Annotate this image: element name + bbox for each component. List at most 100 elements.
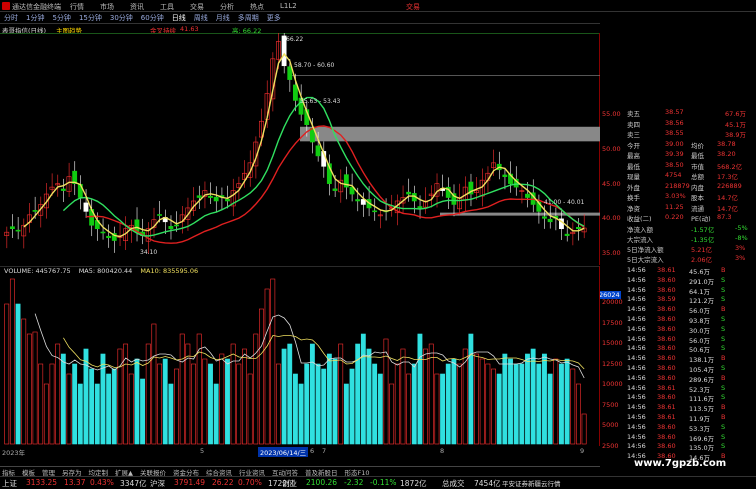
bottom-tab-0[interactable]: 指标 <box>2 467 15 477</box>
volume-bar <box>321 368 327 445</box>
bottom-tab-8[interactable]: 综合资讯 <box>206 467 232 477</box>
tick-time: 14:56 <box>627 295 646 304</box>
tick-row: 14:56 38.60 30.0万 S <box>625 324 756 335</box>
volume-bar <box>451 358 457 445</box>
period-tab-9[interactable]: 多周期 <box>238 13 259 23</box>
index-value: 2100.26 <box>306 478 338 487</box>
period-tab-5[interactable]: 60分钟 <box>141 13 164 23</box>
price-tick-1: 50.00 <box>602 144 621 153</box>
quote-label2: 流通 <box>691 204 704 213</box>
volume-bar <box>547 373 553 445</box>
quote-label2: 最低 <box>691 152 704 160</box>
menu-item-5[interactable]: 分析 <box>220 2 234 12</box>
flow-label: 大宗流入 <box>627 236 653 244</box>
period-tab-10[interactable]: 更多 <box>267 13 281 23</box>
vol-tick-0: 20000 <box>602 298 623 306</box>
volume-bar <box>445 363 451 445</box>
menu-item-6[interactable]: 热点 <box>250 2 264 12</box>
bottom-tab-11[interactable]: 普及新股日 <box>305 467 338 477</box>
period-tab-4[interactable]: 30分钟 <box>110 13 133 23</box>
period-tab-6[interactable]: 日线 <box>172 13 186 23</box>
bottom-tab-2[interactable]: 管理 <box>42 467 55 477</box>
ma-value: 41.63 <box>180 25 199 33</box>
volume-chart[interactable] <box>0 266 600 446</box>
menu-item-3[interactable]: 工具 <box>160 2 174 12</box>
bottom-tab-7[interactable]: 资金分布 <box>173 467 199 477</box>
volume-bar <box>134 358 140 445</box>
date-tick-2: 6 <box>310 447 315 455</box>
tick-side: S <box>721 422 726 431</box>
tick-row: 14:56 38.59 121.2万 S <box>625 294 756 305</box>
bottom-tab-4[interactable]: 均定制 <box>89 467 109 477</box>
bottom-tab-12[interactable]: 形态F10 <box>345 467 370 477</box>
volume-bar <box>208 363 213 445</box>
quote-value: 0.220 <box>665 213 684 221</box>
volume-bar <box>15 303 21 445</box>
quote-volume: 67.6万 <box>725 110 746 118</box>
bottom-tab-10[interactable]: 互动问答 <box>272 467 298 477</box>
tick-price: 38.61 <box>657 413 676 421</box>
quote-label: 现量 <box>627 173 640 181</box>
menu-item-2[interactable]: 资讯 <box>130 2 144 12</box>
bottom-tab-6[interactable]: 关联报价 <box>140 467 166 477</box>
date-tick-4: 7 <box>322 447 327 455</box>
quote-value: 11.25 <box>665 202 684 211</box>
trade-link[interactable]: 交易 <box>406 2 420 12</box>
volume-bar <box>559 363 564 445</box>
volume-bar <box>417 333 423 445</box>
index-name: 沪深 <box>150 479 165 488</box>
menu-item-4[interactable]: 交易 <box>190 2 204 12</box>
quote-panel: 卖五 38.57 67.6万 卖四 38.56 45.1万 卖三 38.55 38.9万 今开 39… <box>625 108 756 465</box>
flow-row: 5日净流入额 5.21亿 3% <box>625 244 756 254</box>
tick-side: S <box>721 344 726 353</box>
bottom-tab-3[interactable]: 另存为 <box>62 467 82 477</box>
volume-bar <box>106 373 112 445</box>
period-tab-0[interactable]: 分时 <box>4 13 18 23</box>
period-tab-2[interactable]: 5分钟 <box>52 13 70 23</box>
volume-bar <box>513 363 519 445</box>
flow-row: 大宗流入 -1.35亿 -8% <box>625 234 756 244</box>
flow-row: 净流入额 -1.57亿 -5% <box>625 224 756 234</box>
volume-bar <box>94 383 100 445</box>
menu-item-7[interactable]: L1L2 <box>280 2 297 12</box>
bottom-tab-9[interactable]: 行业资讯 <box>239 467 265 477</box>
tick-side: S <box>721 334 726 343</box>
bottom-tab-5[interactable]: 扩展▲ <box>115 467 133 477</box>
tick-row: 14:56 38.61 113.5万 B <box>625 402 756 413</box>
vol-tick-3: 12500 <box>602 359 623 368</box>
volume-bar <box>304 363 310 445</box>
index-change: 13.37 <box>64 478 86 487</box>
tick-row: 14:56 38.60 138.1万 B <box>625 353 756 364</box>
tick-time: 14:56 <box>627 422 646 431</box>
quote-label2: PE(动) <box>691 215 711 223</box>
index-value: 3133.25 <box>26 478 58 487</box>
volume-bar <box>542 353 547 445</box>
tick-side: B <box>721 305 726 314</box>
tick-price: 38.60 <box>657 315 676 323</box>
tick-price: 38.60 <box>657 373 676 382</box>
index-amount: 3347亿 <box>120 479 147 488</box>
tick-time: 14:56 <box>627 403 646 412</box>
quote-volume: 45.1万 <box>725 120 746 129</box>
period-tab-1[interactable]: 1分钟 <box>26 13 44 23</box>
period-tab-3[interactable]: 15分钟 <box>79 13 102 23</box>
tick-row: 14:56 38.60 289.6万 B <box>625 373 756 384</box>
main-menu: 行情 市场 资讯 工具 交易 分析 热点 L1L2 <box>70 2 313 12</box>
index-name: 创业 <box>282 479 297 488</box>
index-pct: 0.43% <box>90 478 114 487</box>
quote-value: 39.39 <box>665 150 684 158</box>
volume-bar <box>411 363 417 445</box>
tick-side: S <box>721 393 726 402</box>
period-tab-8[interactable]: 月线 <box>216 13 230 23</box>
menu-item-1[interactable]: 市场 <box>100 2 114 12</box>
tick-time: 14:56 <box>627 344 646 353</box>
kline-chart[interactable]: 66.22 58.70 - 60.60 55.63 - 53.43 34.10 41.0… <box>0 33 600 265</box>
menu-item-0[interactable]: 行情 <box>70 2 84 12</box>
quote-volume: 38.9万 <box>725 131 746 139</box>
flow-pct: 3% <box>735 244 746 252</box>
period-tab-7[interactable]: 周线 <box>194 13 208 23</box>
vol-highlight: 26024 <box>598 291 621 299</box>
flow-value: 2.06亿 <box>691 256 712 264</box>
bottom-tab-1[interactable]: 模板 <box>22 467 35 477</box>
date-axis: 2023年 5 6 2023/06/14/三 7 8 9 <box>0 447 600 457</box>
